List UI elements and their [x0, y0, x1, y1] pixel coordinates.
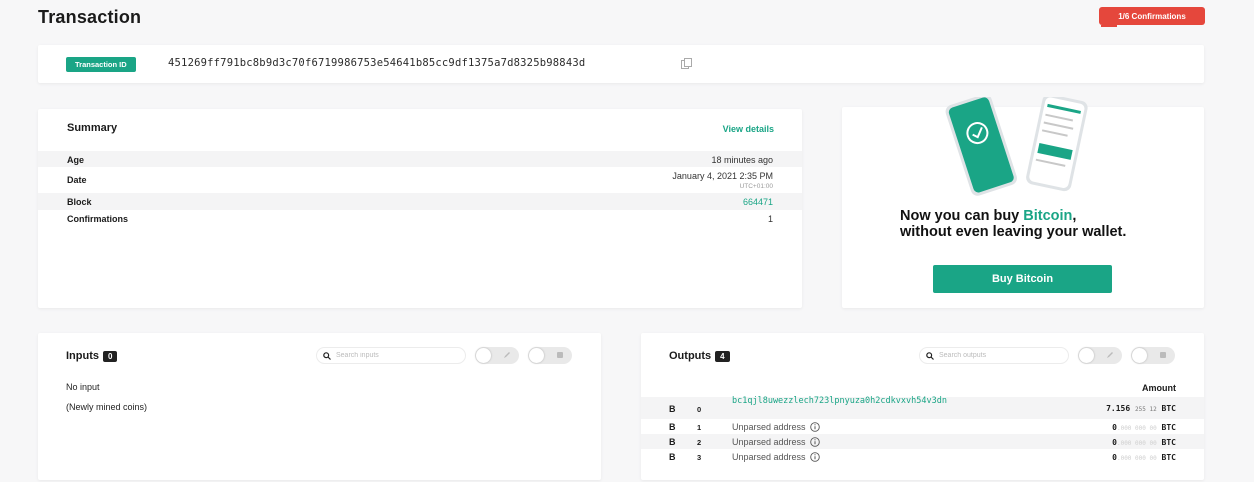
outputs-card: Outputs 4 Amount B 0 bc1qjl8uwezzlech723… [641, 333, 1204, 480]
transaction-id-value[interactable]: 451269ff791bc8b9d3c70f6719986753e54641b8… [168, 57, 585, 69]
toggle-icon [1160, 352, 1166, 358]
output-index: 3 [697, 453, 702, 462]
summary-value: 1 [767, 214, 773, 224]
copy-icon[interactable] [681, 58, 693, 69]
bitcoin-symbol-icon: B [669, 437, 676, 447]
summary-value: January 4, 2021 2:35 PM [672, 171, 773, 181]
output-row: B 2 Unparsed address 0.000 000 00 BTC [641, 434, 1204, 449]
summary-label: Confirmations [67, 214, 129, 224]
summary-row-confirmations: Confirmations 1 [38, 210, 802, 226]
inputs-card: Inputs 0 No input (Newly mined coins) [38, 333, 601, 480]
output-index: 2 [697, 438, 702, 447]
no-input-text: No input [66, 382, 100, 392]
amount-column-header: Amount [1142, 383, 1176, 393]
confirmations-badge: 1/6 Confirmations [1099, 7, 1205, 25]
output-address-link[interactable]: bc1qjl8uwezzlech723lpnyuza0h2cdkvxvh54v3… [732, 397, 982, 406]
outputs-count-badge: 4 [715, 350, 730, 362]
inputs-count-badge: 0 [103, 350, 118, 362]
bitcoin-symbol-icon: B [669, 452, 676, 462]
inputs-title: Inputs 0 [66, 350, 118, 362]
output-row: B 0 bc1qjl8uwezzlech723lpnyuza0h2cdkvxvh… [641, 397, 1204, 419]
output-address: Unparsed address [732, 452, 820, 462]
outputs-search-input[interactable] [939, 352, 1059, 359]
summary-row-age: Age 18 minutes ago [38, 151, 802, 167]
info-icon[interactable] [809, 422, 820, 432]
search-icon [926, 351, 934, 360]
summary-card: Summary View details Age 18 minutes ago … [38, 109, 802, 308]
summary-label: Age [67, 155, 85, 165]
outputs-search[interactable] [919, 347, 1069, 364]
toggle-icon [557, 352, 563, 358]
transaction-id-label: Transaction ID [66, 57, 136, 72]
output-amount: 0.000 000 00 BTC [1112, 453, 1176, 462]
newly-mined-text: (Newly mined coins) [66, 402, 148, 412]
inputs-view-toggle[interactable] [528, 347, 572, 364]
outputs-edit-toggle[interactable] [1078, 347, 1122, 364]
output-amount: 0.000 000 00 BTC [1112, 438, 1176, 447]
output-address: Unparsed address [732, 437, 820, 447]
output-row: B 1 Unparsed address 0.000 000 00 BTC [641, 419, 1204, 434]
output-address: Unparsed address [732, 422, 820, 432]
inputs-search-input[interactable] [336, 352, 456, 359]
output-index: 0 [697, 405, 702, 414]
inputs-search[interactable] [316, 347, 466, 364]
buy-bitcoin-button[interactable]: Buy Bitcoin [933, 265, 1112, 293]
transaction-id-card: Transaction ID 451269ff791bc8b9d3c70f671… [38, 45, 1204, 83]
summary-label: Block [67, 197, 92, 207]
inputs-edit-toggle[interactable] [475, 347, 519, 364]
view-details-link[interactable]: View details [723, 124, 774, 134]
edit-icon [504, 352, 510, 358]
confirmations-progress [1101, 25, 1117, 27]
summary-title: Summary [67, 122, 118, 134]
summary-value: 18 minutes ago [711, 155, 773, 165]
summary-timezone: UTC+01:00 [739, 183, 773, 190]
phone-illustration [945, 97, 1088, 196]
outputs-view-toggle[interactable] [1131, 347, 1175, 364]
edit-icon [1107, 352, 1113, 358]
page-title: Transaction [38, 7, 142, 27]
info-icon[interactable] [809, 452, 820, 462]
summary-row-block: Block 664471 [38, 193, 802, 210]
output-row: B 3 Unparsed address 0.000 000 00 BTC [641, 449, 1204, 464]
outputs-title: Outputs 4 [669, 350, 730, 362]
bitcoin-symbol-icon: B [669, 404, 676, 414]
block-link[interactable]: 664471 [743, 197, 773, 207]
search-icon [323, 351, 331, 360]
output-amount: 0.000 000 00 BTC [1112, 423, 1176, 432]
info-icon[interactable] [809, 437, 820, 447]
output-amount: 7.156 255 12 BTC [1106, 404, 1176, 413]
summary-row-date: Date January 4, 2021 2:35 PM UTC+01:00 [38, 167, 802, 193]
output-index: 1 [697, 423, 702, 432]
summary-label: Date [67, 175, 87, 185]
bitcoin-symbol-icon: B [669, 422, 676, 432]
buy-bitcoin-promo: Now you can buy Bitcoin, without even le… [842, 97, 1204, 308]
promo-headline: Now you can buy Bitcoin, without even le… [900, 208, 1127, 240]
